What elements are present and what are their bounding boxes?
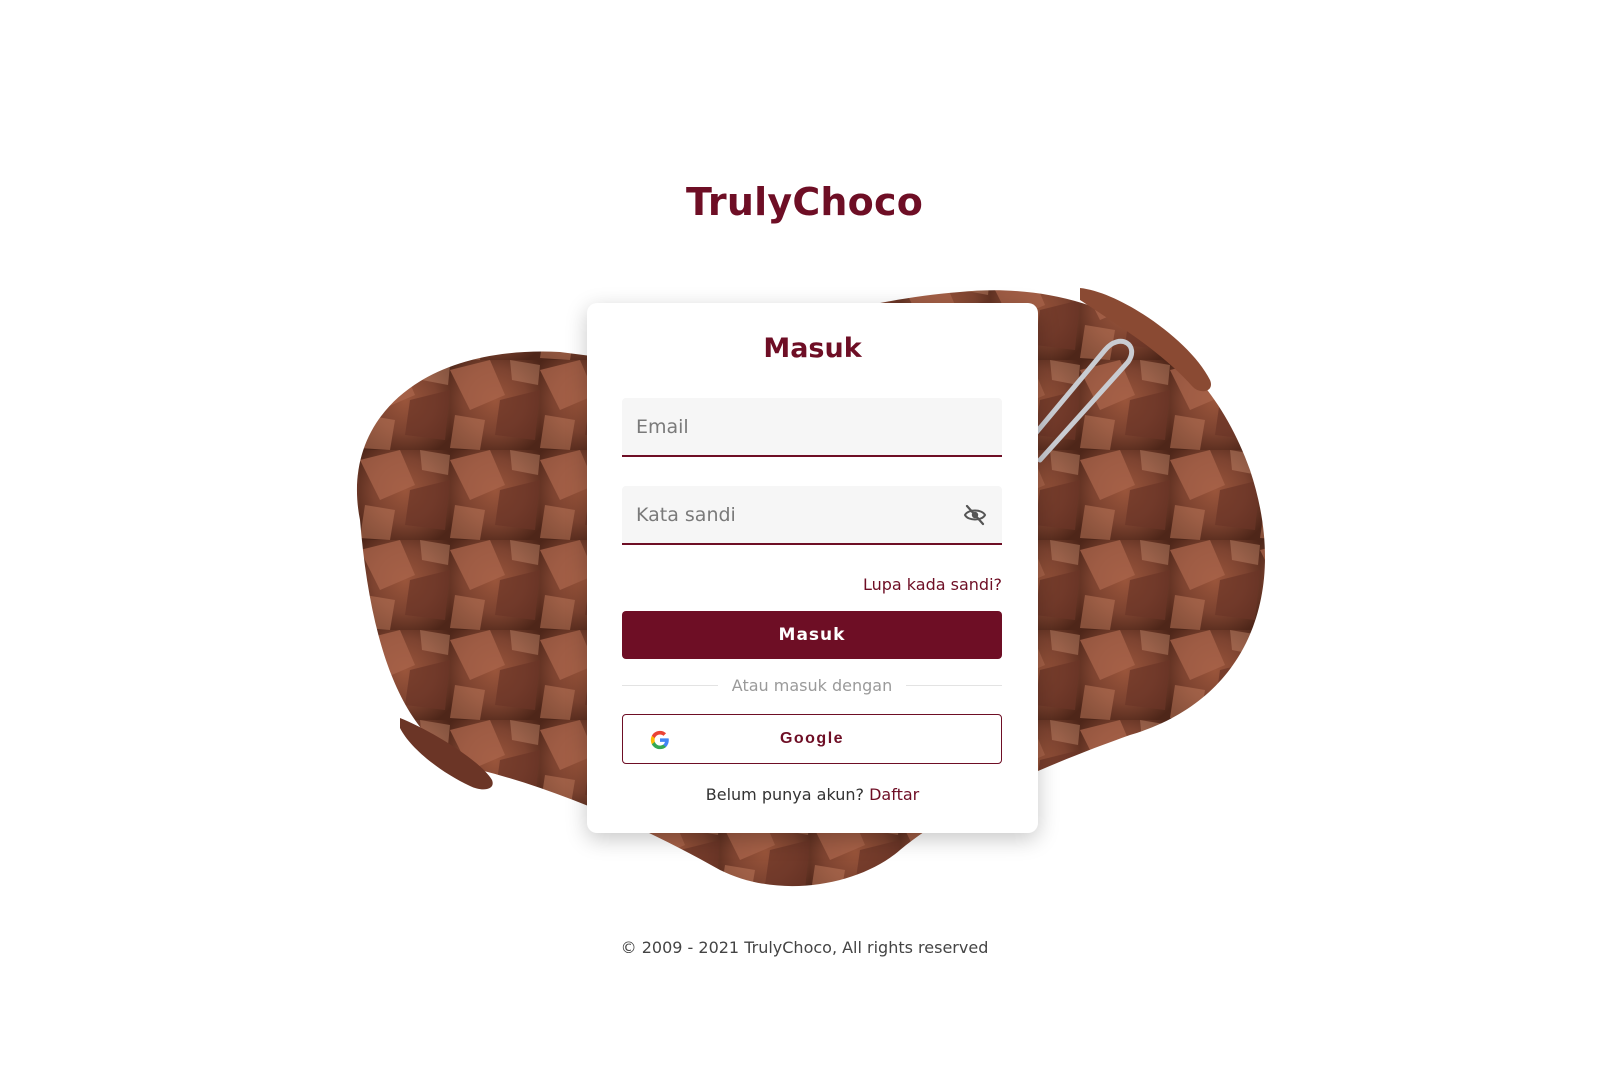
brand-title: TrulyChoco [685, 180, 923, 224]
login-card: Masuk Lupa kada sandi? Masuk Atau masuk … [587, 303, 1038, 833]
password-field[interactable] [622, 486, 1002, 543]
divider-line-left [622, 684, 718, 686]
divider: Atau masuk dengan [622, 674, 1002, 696]
divider-line-right [906, 684, 1002, 686]
google-button-label: Google [779, 730, 845, 747]
divider-label: Atau masuk dengan [731, 675, 893, 695]
google-login-button[interactable]: Google [622, 714, 1002, 764]
signup-prompt: Belum punya akun? Daftar [587, 785, 1038, 804]
password-field-container [622, 486, 1002, 545]
forgot-password-link[interactable]: Lupa kada sandi? [863, 575, 1002, 594]
login-page: TrulyChoco Masuk Lupa kada sandi? Masuk … [0, 0, 1609, 1080]
email-field-container [622, 398, 1002, 457]
signup-prompt-text: Belum punya akun? [705, 785, 864, 804]
signup-link[interactable]: Daftar [869, 785, 919, 804]
footer-copyright: © 2009 - 2021 TrulyChoco, All rights res… [620, 938, 989, 957]
login-button[interactable]: Masuk [622, 611, 1002, 659]
login-title: Masuk [763, 333, 862, 364]
eye-off-icon[interactable] [962, 503, 988, 527]
email-field[interactable] [622, 398, 1002, 455]
